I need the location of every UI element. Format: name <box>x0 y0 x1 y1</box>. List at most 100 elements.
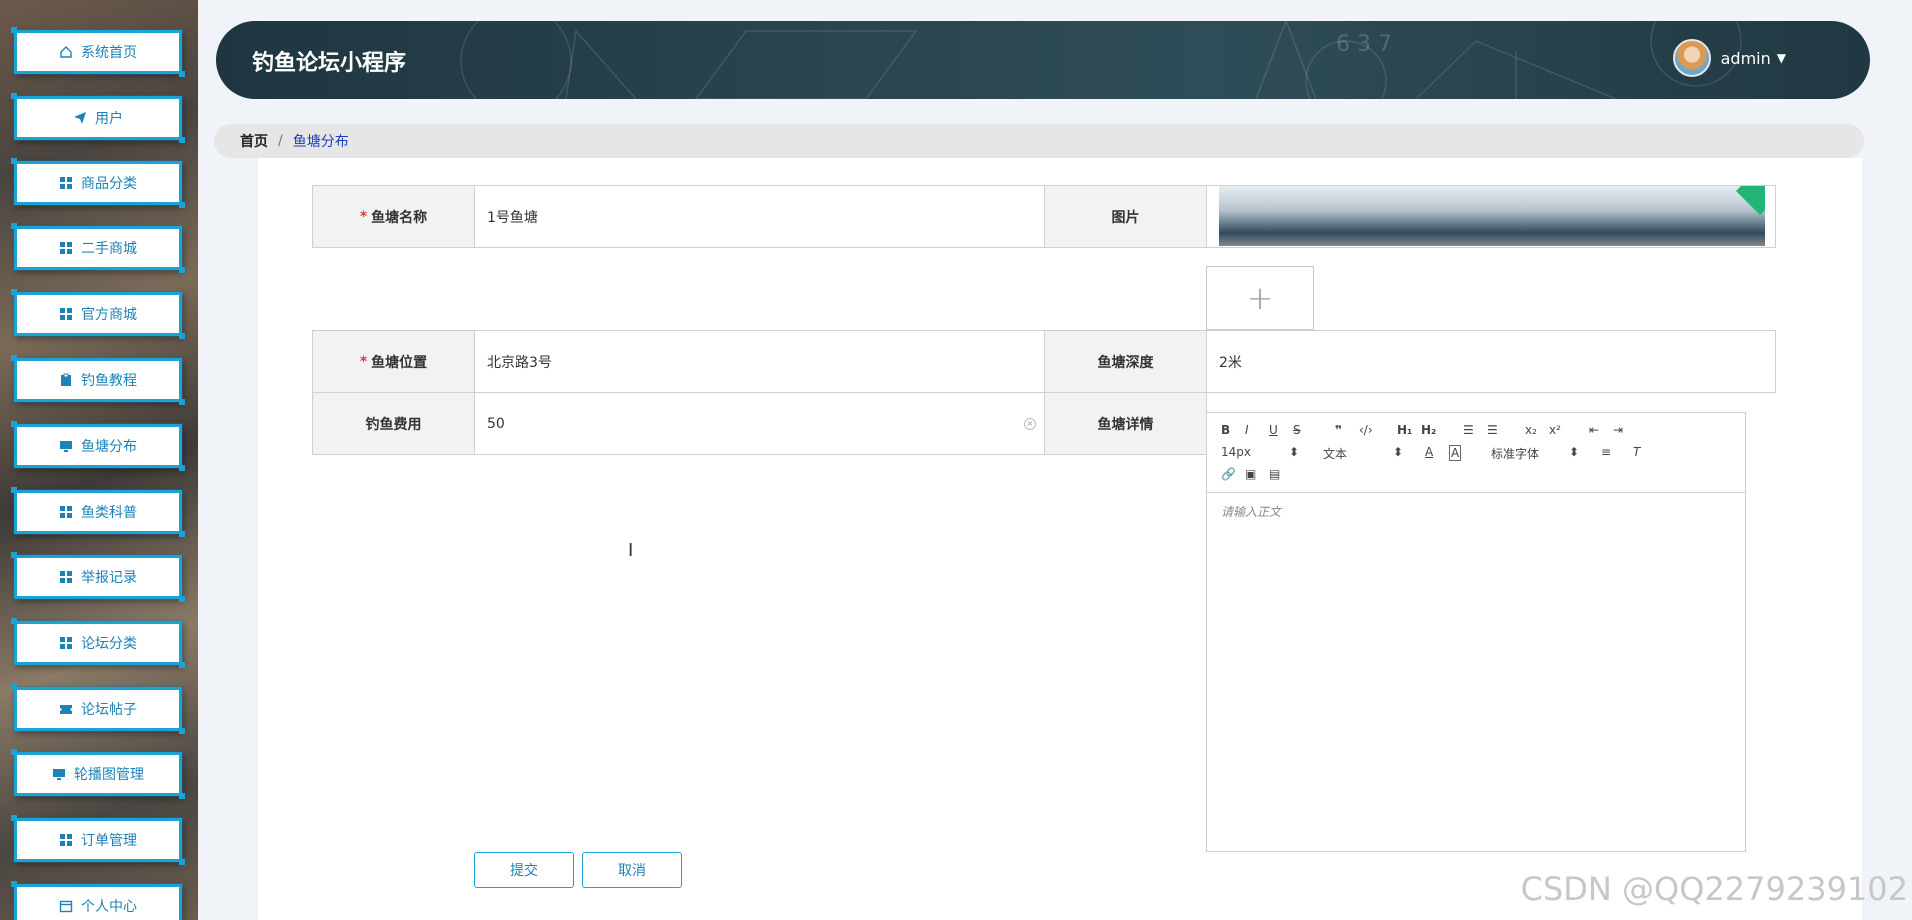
required-mark: * <box>359 353 368 370</box>
svg-text:6 3 7: 6 3 7 <box>1336 32 1392 57</box>
quote-icon[interactable]: ❞ <box>1335 423 1342 437</box>
grid-icon <box>59 241 73 255</box>
pond-detail-label-text: 鱼塘详情 <box>1097 416 1154 433</box>
image-label-text: 图片 <box>1111 209 1140 226</box>
breadcrumb-home[interactable]: 首页 <box>240 131 268 151</box>
sidebar-item-label: 个人中心 <box>81 899 137 915</box>
upload-image-button[interactable]: + <box>1206 266 1314 330</box>
chevron-down-icon[interactable]: ⬍ <box>1289 445 1299 459</box>
sidebar-item-carousel[interactable]: 轮播图管理 <box>11 749 185 799</box>
heading2-icon[interactable]: H₂ <box>1421 423 1436 437</box>
sidebar-item-label: 用户 <box>95 111 123 127</box>
grid-icon <box>59 505 73 519</box>
font-family-select[interactable]: 标准字体 <box>1491 445 1539 462</box>
pond-depth-value: 2米 <box>1219 354 1242 371</box>
sidebar-item-official-store[interactable]: 官方商城 <box>11 289 185 339</box>
send-icon <box>73 111 87 125</box>
submit-button[interactable]: 提交 <box>474 852 574 888</box>
sidebar-item-label: 鱼塘分布 <box>81 439 137 455</box>
sidebar-item-label: 二手商城 <box>81 241 137 257</box>
outdent-icon[interactable]: ⇤ <box>1589 423 1599 437</box>
chevron-down-icon[interactable]: ⬍ <box>1393 445 1403 459</box>
pond-name-label: * 鱼塘名称 <box>312 185 475 248</box>
superscript-icon[interactable]: x² <box>1549 423 1561 437</box>
sidebar-item-pond-distribution[interactable]: 鱼塘分布 <box>11 421 185 471</box>
fishing-fee-value: 50 <box>487 415 505 432</box>
sidebar-item-second-hand[interactable]: 二手商城 <box>11 223 185 273</box>
breadcrumb-separator: / <box>278 133 283 149</box>
pond-location-input[interactable]: 北京路3号 <box>474 330 1045 393</box>
pond-name-input[interactable]: 1号鱼塘 <box>474 185 1045 248</box>
sidebar-item-label: 钓鱼教程 <box>81 373 137 389</box>
pond-depth-label: 鱼塘深度 <box>1044 330 1207 393</box>
font-color-icon[interactable]: A <box>1425 445 1433 459</box>
pond-name-value: 1号鱼塘 <box>487 209 538 226</box>
home-icon <box>59 45 73 59</box>
grid-icon <box>59 176 73 190</box>
paragraph-select[interactable]: 文本 <box>1323 445 1347 462</box>
sidebar-item-orders[interactable]: 订单管理 <box>11 815 185 865</box>
sidebar-item-profile[interactable]: 个人中心 <box>11 881 182 920</box>
text-cursor-icon: I <box>628 540 634 561</box>
image-label: 图片 <box>1044 185 1207 248</box>
breadcrumb: 首页 / 鱼塘分布 <box>214 124 1864 158</box>
sidebar-item-home[interactable]: 系统首页 <box>11 27 185 77</box>
clear-icon[interactable]: × <box>1024 417 1036 430</box>
fishing-fee-input[interactable]: 50 × <box>474 392 1045 455</box>
sidebar-item-reports[interactable]: 举报记录 <box>11 552 185 602</box>
username[interactable]: admin <box>1721 49 1771 68</box>
font-size-select[interactable]: 14px <box>1221 445 1251 459</box>
pond-depth-label-text: 鱼塘深度 <box>1097 354 1154 371</box>
pond-location-label-text: 鱼塘位置 <box>371 354 428 371</box>
sidebar-item-forum-posts[interactable]: 论坛帖子 <box>11 684 185 734</box>
chalkboard-decoration: 6 3 7 <box>460 21 1742 99</box>
bold-icon[interactable]: B <box>1221 423 1230 437</box>
italic-icon[interactable]: I <box>1245 423 1249 437</box>
rich-text-editor: B I U S ❞ ‹/› H₁ H₂ ☰ ☰ x₂ x² ⇤ ⇥ 14px ⬍… <box>1206 412 1746 852</box>
sidebar-item-product-category[interactable]: 商品分类 <box>11 158 185 208</box>
sidebar-item-label: 鱼类科普 <box>81 505 137 521</box>
ordered-list-icon[interactable]: ☰ <box>1463 423 1474 437</box>
chevron-down-icon[interactable]: ⬍ <box>1569 445 1579 459</box>
avatar[interactable] <box>1672 39 1711 77</box>
monitor-icon <box>59 439 73 453</box>
sidebar-item-users[interactable]: 用户 <box>11 93 185 143</box>
sidebar-item-label: 轮播图管理 <box>74 767 144 783</box>
subscript-icon[interactable]: x₂ <box>1525 423 1537 437</box>
sidebar-item-label: 商品分类 <box>81 176 137 192</box>
breadcrumb-current: 鱼塘分布 <box>292 134 349 150</box>
monitor-icon <box>52 767 66 781</box>
image-icon[interactable]: ▣ <box>1245 467 1256 481</box>
app-title: 钓鱼论坛小程序 <box>252 51 407 76</box>
required-mark: * <box>359 208 368 225</box>
calendar-icon <box>59 899 73 913</box>
sidebar-item-label: 举报记录 <box>81 570 137 586</box>
pond-image[interactable] <box>1219 186 1765 246</box>
editor-body[interactable]: 请输入正文 <box>1207 493 1745 530</box>
code-icon[interactable]: ‹/› <box>1359 423 1373 437</box>
heading1-icon[interactable]: H₁ <box>1397 423 1412 437</box>
align-icon[interactable]: ≡ <box>1601 445 1611 459</box>
background-color-icon[interactable]: A <box>1449 445 1462 461</box>
pond-name-label-text: 鱼塘名称 <box>371 209 428 226</box>
grid-icon <box>59 833 73 847</box>
sidebar-item-tutorial[interactable]: 钓鱼教程 <box>11 355 185 405</box>
link-icon[interactable]: 🔗 <box>1221 467 1236 481</box>
fishing-fee-label-text: 钓鱼费用 <box>365 416 422 433</box>
user-menu[interactable]: admin ▼ <box>1672 39 1786 77</box>
pond-detail-label: 鱼塘详情 <box>1044 392 1207 455</box>
strike-icon[interactable]: S <box>1293 423 1301 437</box>
video-icon[interactable]: ▤ <box>1269 467 1280 481</box>
pond-depth-input[interactable]: 2米 <box>1206 330 1776 393</box>
sidebar-item-forum-category[interactable]: 论坛分类 <box>11 618 185 668</box>
sidebar-item-label: 订单管理 <box>81 833 137 849</box>
bullet-list-icon[interactable]: ☰ <box>1487 423 1498 437</box>
caret-down-icon[interactable]: ▼ <box>1777 51 1786 65</box>
clear-format-icon[interactable]: T <box>1633 445 1640 459</box>
grid-icon <box>59 570 73 584</box>
indent-icon[interactable]: ⇥ <box>1613 423 1623 437</box>
underline-icon[interactable]: U <box>1269 423 1278 437</box>
sidebar-item-fish-science[interactable]: 鱼类科普 <box>11 487 185 537</box>
editor-toolbar: B I U S ❞ ‹/› H₁ H₂ ☰ ☰ x₂ x² ⇤ ⇥ 14px ⬍… <box>1207 413 1745 493</box>
cancel-button[interactable]: 取消 <box>582 852 682 888</box>
